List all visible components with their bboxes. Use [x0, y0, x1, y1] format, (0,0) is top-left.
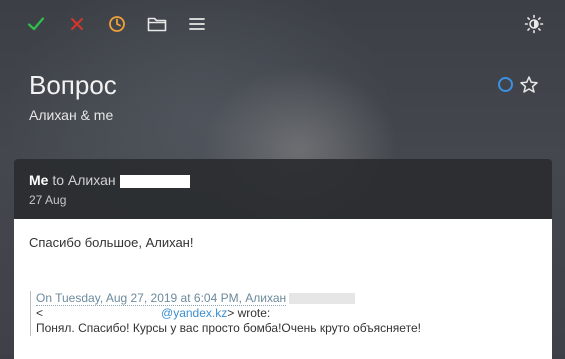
quote-email-domain[interactable]: @yandex.kz — [161, 306, 227, 320]
star-icon[interactable] — [519, 75, 539, 95]
quote-text: Понял. Спасибо! Курсы у вас просто бомба… — [36, 321, 421, 335]
recipient-name: Алихан — [67, 172, 116, 188]
message-date: 27 Aug — [29, 193, 67, 207]
quote-header: On Tuesday, Aug 27, 2019 at 6:04 PM, Али… — [36, 291, 287, 306]
quote-email-open: < — [36, 306, 44, 320]
thread-participants: Алихан & me — [29, 107, 114, 123]
folder-icon[interactable] — [144, 11, 170, 37]
message-header[interactable]: Me to Алихан 27 Aug — [14, 159, 552, 219]
menu-icon[interactable] — [184, 11, 210, 37]
quote-email-close: > wrote: — [227, 306, 271, 320]
redacted-block — [43, 308, 162, 320]
brightness-icon[interactable] — [521, 11, 547, 37]
thread-subject: Вопрос — [29, 70, 117, 100]
clock-icon[interactable] — [104, 11, 130, 37]
unread-indicator[interactable] — [498, 77, 513, 92]
message-card: Me to Алихан 27 Aug Спасибо большое, Али… — [14, 159, 552, 359]
close-icon[interactable] — [64, 11, 90, 37]
message-body: Спасибо большое, Алихан! On Tuesday, Aug… — [14, 219, 552, 359]
message-greeting: Спасибо большое, Алихан! — [29, 235, 194, 250]
checkmark-icon[interactable] — [23, 11, 49, 37]
toolbar — [0, 0, 565, 46]
sender-name: Me — [29, 172, 49, 188]
from-line: Me to Алихан — [29, 172, 190, 188]
to-prefix: to — [52, 172, 65, 188]
redacted-block — [119, 174, 190, 188]
redacted-block — [289, 293, 356, 305]
quoted-reply: On Tuesday, Aug 27, 2019 at 6:04 PM, Али… — [30, 291, 421, 336]
